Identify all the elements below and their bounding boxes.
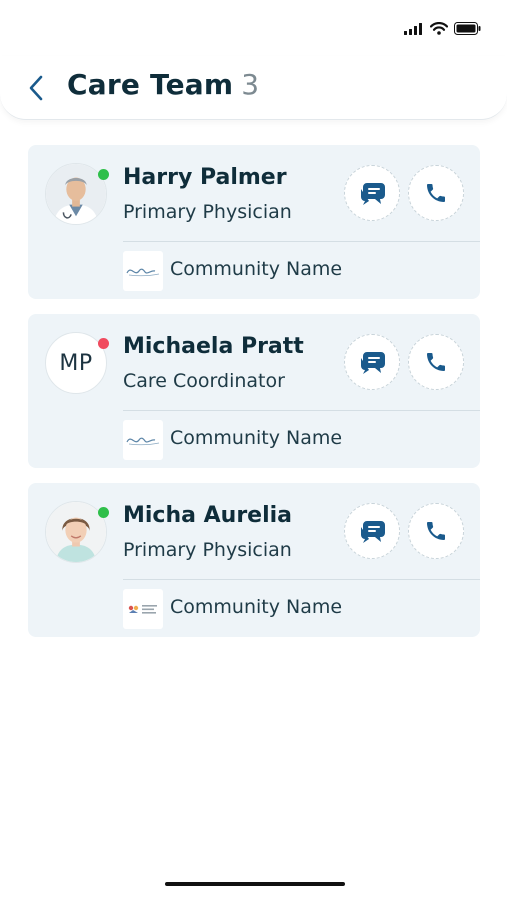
call-button[interactable]	[408, 334, 464, 390]
battery-icon	[454, 22, 481, 35]
member-role: Primary Physician	[123, 539, 292, 561]
team-member-card[interactable]: Micha Aurelia Primary Physician Communit…	[28, 483, 480, 637]
cellular-signal-icon	[404, 22, 422, 35]
call-button[interactable]	[408, 503, 464, 559]
community-logo-icon	[128, 605, 157, 614]
call-button[interactable]	[408, 165, 464, 221]
divider	[123, 579, 480, 580]
home-indicator[interactable]	[165, 882, 345, 886]
phone-icon	[427, 522, 445, 540]
community-logo-icon	[126, 268, 160, 277]
member-role: Care Coordinator	[123, 370, 285, 392]
divider	[123, 410, 480, 411]
message-button[interactable]	[344, 165, 400, 221]
nurse-photo-icon	[46, 502, 106, 562]
back-button[interactable]	[22, 70, 50, 106]
message-button[interactable]	[344, 503, 400, 559]
chevron-left-icon	[29, 75, 43, 101]
community-logo	[123, 251, 163, 291]
team-count: 3	[241, 68, 260, 101]
status-bar	[0, 0, 507, 56]
member-name: Harry Palmer	[123, 165, 287, 190]
team-member-card[interactable]: MP Michaela Pratt Care Coordinator Commu…	[28, 314, 480, 468]
chat-bubbles-icon	[361, 352, 385, 374]
phone-icon	[427, 184, 445, 202]
wifi-icon	[430, 22, 448, 35]
community-name: Community Name	[170, 258, 343, 280]
status-dot-online	[98, 169, 109, 180]
header: Care Team 3	[0, 56, 507, 120]
divider	[123, 241, 480, 242]
member-name: Michaela Pratt	[123, 334, 304, 359]
community-logo	[123, 589, 163, 629]
avatar-initials: MP	[59, 350, 93, 376]
community-logo-icon	[126, 437, 160, 446]
status-dot-busy	[98, 338, 109, 349]
page-title: Care Team 3	[67, 68, 259, 101]
page-title-text: Care Team	[67, 68, 234, 101]
community-name: Community Name	[170, 427, 343, 449]
phone-icon	[427, 353, 445, 371]
chat-bubbles-icon	[361, 521, 385, 543]
member-role: Primary Physician	[123, 201, 292, 223]
team-member-card[interactable]: Harry Palmer Primary Physician Community…	[28, 145, 480, 299]
member-name: Micha Aurelia	[123, 503, 293, 528]
chat-bubbles-icon	[361, 183, 385, 205]
status-icons	[404, 22, 481, 35]
community-name: Community Name	[170, 596, 343, 618]
community-logo	[123, 420, 163, 460]
doctor-photo-icon	[46, 164, 106, 224]
message-button[interactable]	[344, 334, 400, 390]
status-dot-online	[98, 507, 109, 518]
